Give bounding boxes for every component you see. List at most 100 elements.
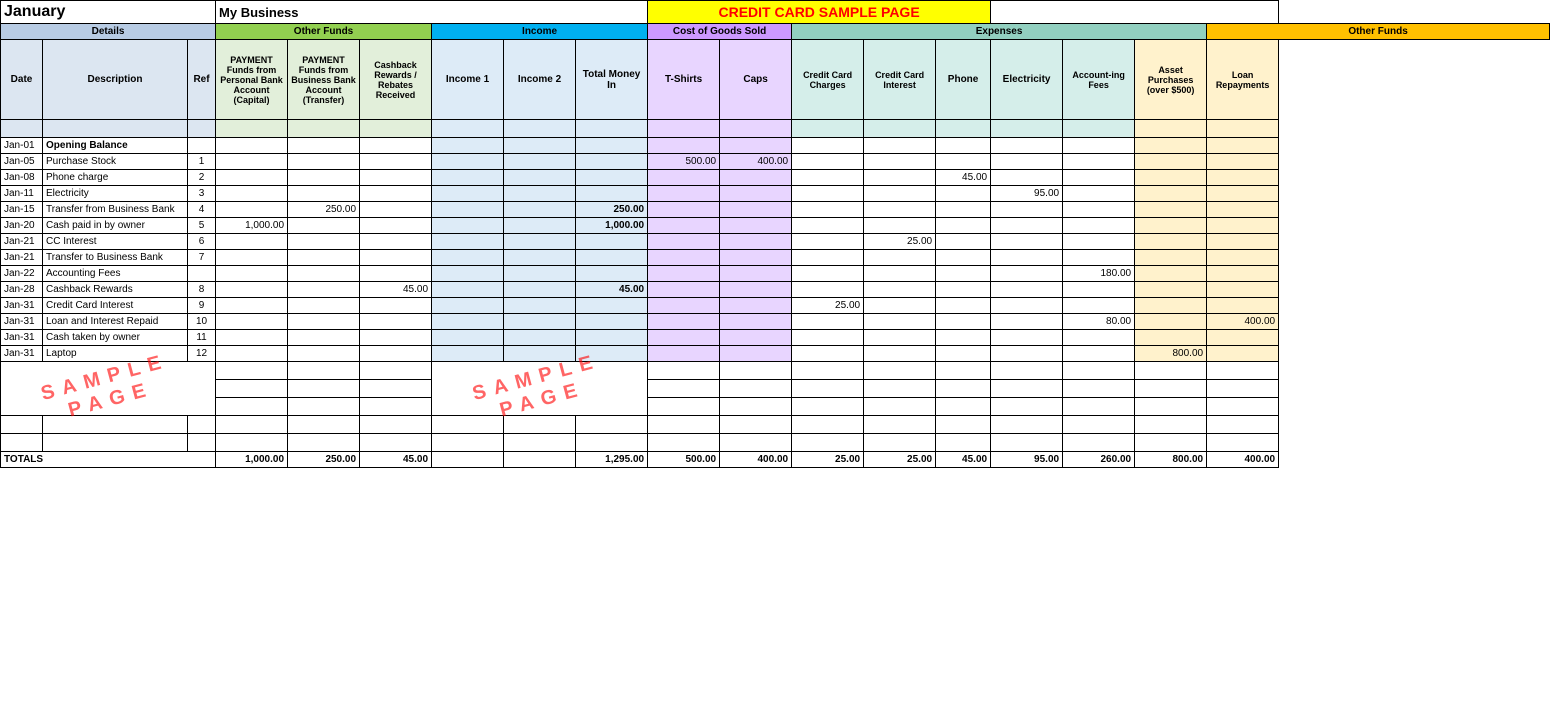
cell (432, 330, 504, 346)
cell: Electricity (43, 186, 188, 202)
cell (1207, 282, 1279, 298)
col-header-tshirts: T-Shirts (648, 40, 720, 120)
cell (288, 250, 360, 266)
totals-income1 (432, 452, 504, 468)
col-header-cashback: Cashback Rewards / Rebates Received (360, 40, 432, 120)
cell (720, 346, 792, 362)
cell (504, 330, 576, 346)
cell (936, 218, 991, 234)
cell: 250.00 (576, 202, 648, 218)
cell (360, 234, 432, 250)
cell (864, 266, 936, 282)
cell (792, 266, 864, 282)
cell (1135, 314, 1207, 330)
sample-row1: SAMPLE PAGE SAMPLE PAGE (1, 362, 1550, 380)
cell (1207, 250, 1279, 266)
cell (216, 266, 288, 282)
cell (432, 346, 504, 362)
section-details: Details (1, 24, 216, 40)
cell (432, 186, 504, 202)
col-header-caps: Caps (720, 40, 792, 120)
cell (288, 170, 360, 186)
cell (720, 170, 792, 186)
cell: Loan and Interest Repaid (43, 314, 188, 330)
cell: 80.00 (1063, 314, 1135, 330)
totals-cashback: 45.00 (360, 452, 432, 468)
cell (648, 346, 720, 362)
col-header-electricity: Electricity (991, 40, 1063, 120)
table-row: Jan-28Cashback Rewards845.0045.00 (1, 282, 1550, 298)
cell (360, 202, 432, 218)
cell (504, 186, 576, 202)
cell (792, 346, 864, 362)
cell (864, 170, 936, 186)
totals-tshirts: 500.00 (648, 452, 720, 468)
cell (864, 282, 936, 298)
cell (432, 266, 504, 282)
cell: 1,000.00 (216, 218, 288, 234)
cell (360, 346, 432, 362)
cell: Jan-21 (1, 250, 43, 266)
cell (936, 186, 991, 202)
cell: 180.00 (1063, 266, 1135, 282)
cell (936, 282, 991, 298)
cell (188, 138, 216, 154)
cell: CC Interest (43, 234, 188, 250)
cell (864, 314, 936, 330)
section-header-row: Details Other Funds Income Cost of Goods… (1, 24, 1550, 40)
cell: 5 (188, 218, 216, 234)
spacer-row (1, 120, 1550, 138)
cell (864, 186, 936, 202)
cell: Jan-15 (1, 202, 43, 218)
table-row: Jan-01Opening Balance (1, 138, 1550, 154)
table-row: Jan-15Transfer from Business Bank4250.00… (1, 202, 1550, 218)
cell (1063, 154, 1135, 170)
cell (792, 170, 864, 186)
spacer3 (1, 434, 1550, 452)
sample-row2 (1, 380, 1550, 398)
cell: 4 (188, 202, 216, 218)
cell: Opening Balance (43, 138, 188, 154)
cell (792, 154, 864, 170)
totals-cc-charges: 25.00 (792, 452, 864, 468)
cell (1135, 186, 1207, 202)
table-row: Jan-31Laptop12800.00 (1, 346, 1550, 362)
cell (991, 266, 1063, 282)
col-header-description: Description (43, 40, 188, 120)
cell (1135, 234, 1207, 250)
cell (720, 314, 792, 330)
spreadsheet-container: January My Business CREDIT CARD SAMPLE P… (0, 0, 1550, 468)
cell (720, 298, 792, 314)
cell (936, 202, 991, 218)
cell: 45.00 (936, 170, 991, 186)
cell (991, 154, 1063, 170)
cell: 8 (188, 282, 216, 298)
cell (1135, 218, 1207, 234)
cell (1207, 138, 1279, 154)
cell: Jan-31 (1, 314, 43, 330)
cell (720, 250, 792, 266)
col-header-asset: Asset Purchases (over $500) (1135, 40, 1207, 120)
cell: 95.00 (991, 186, 1063, 202)
cell: 10 (188, 314, 216, 330)
cell (288, 282, 360, 298)
section-other-funds: Other Funds (216, 24, 432, 40)
cell (720, 138, 792, 154)
cell: 500.00 (648, 154, 720, 170)
cell (1207, 298, 1279, 314)
cell (991, 170, 1063, 186)
cell (188, 266, 216, 282)
cell (504, 170, 576, 186)
cell: Credit Card Interest (43, 298, 188, 314)
cell (864, 346, 936, 362)
cell: 800.00 (1135, 346, 1207, 362)
cell (504, 266, 576, 282)
cell (1207, 218, 1279, 234)
cell (360, 138, 432, 154)
cell (991, 314, 1063, 330)
spacer2 (1, 416, 1550, 434)
cell (991, 298, 1063, 314)
totals-asset: 800.00 (1135, 452, 1207, 468)
totals-phone: 45.00 (936, 452, 991, 468)
cell: 45.00 (576, 282, 648, 298)
